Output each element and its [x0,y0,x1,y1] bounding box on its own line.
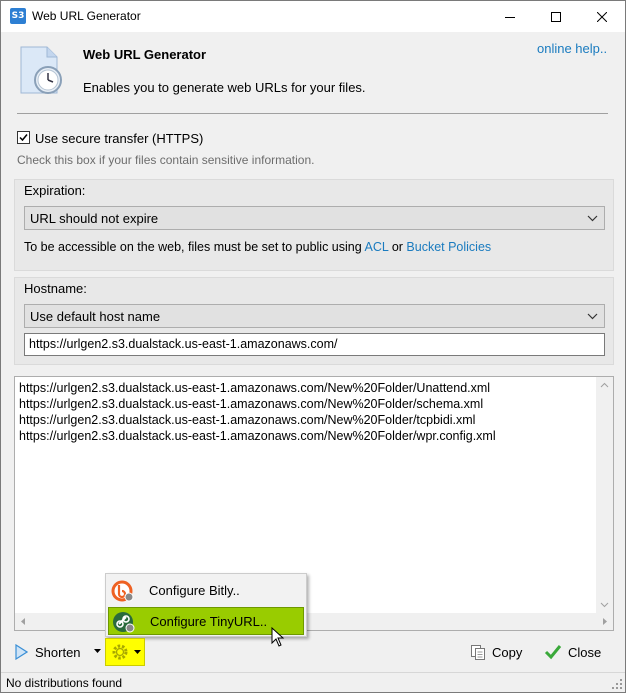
scroll-left-icon[interactable] [15,613,32,630]
copy-label: Copy [492,644,523,660]
hostname-label: Hostname: [24,281,87,296]
tinyurl-icon [113,612,135,633]
chevron-down-icon [134,650,141,654]
maximize-icon [551,11,561,22]
acl-link[interactable]: ACL [364,240,388,254]
web-url-clock-icon [17,45,67,97]
close-label: Close [568,644,602,660]
shorten-button[interactable]: Shorten [14,640,81,664]
status-bar: No distributions found [1,672,625,692]
minimize-icon [505,16,515,18]
hostname-group: Hostname: Use default host name https://… [14,277,614,365]
hostname-selected-value: Use default host name [30,309,161,324]
online-help-link[interactable]: online help.. [537,41,607,56]
header-divider [17,113,608,114]
secure-transfer-checkbox[interactable] [17,131,30,144]
scroll-down-icon[interactable] [596,596,613,613]
hostname-input-value: https://urlgen2.s3.dualstack.us-east-1.a… [29,337,338,351]
bitly-icon [111,580,134,602]
shorten-dropdown-icon[interactable] [94,649,101,654]
resize-grip-icon[interactable] [611,678,623,690]
checkmark-icon [19,134,28,142]
expiration-note-or: or [388,240,407,254]
maximize-button[interactable] [533,1,579,32]
shorten-label: Shorten [35,644,81,660]
close-window-button[interactable] [579,1,625,32]
main-window: S3 Web URL Generator Web URL Generator E… [0,0,626,693]
checkmark-icon [544,645,562,660]
mouse-cursor-icon [271,627,285,647]
hostname-dropdown[interactable]: Use default host name [24,304,605,328]
scroll-up-icon[interactable] [596,377,613,394]
chevron-down-icon [587,215,598,222]
hostname-input[interactable]: https://urlgen2.s3.dualstack.us-east-1.a… [24,333,605,356]
url-line: https://urlgen2.s3.dualstack.us-east-1.a… [19,381,491,395]
expiration-note-text: To be accessible on the web, files must … [24,240,365,254]
copy-button[interactable]: Copy [464,638,534,666]
close-button[interactable]: Close [538,638,616,666]
page-description: Enables you to generate web URLs for you… [83,80,366,95]
gear-icon [112,644,128,660]
close-icon [597,11,607,22]
url-line: https://urlgen2.s3.dualstack.us-east-1.a… [19,397,484,411]
expiration-label: Expiration: [24,183,86,198]
title-bar: S3 Web URL Generator [1,1,625,32]
expiration-group: Expiration: URL should not expire To be … [14,179,614,271]
s3-app-icon: S3 [10,8,26,24]
secure-transfer-label[interactable]: Use secure transfer (HTTPS) [35,131,203,146]
chevron-down-icon [587,313,598,320]
secure-transfer-hint: Check this box if your files contain sen… [17,153,315,167]
url-line: https://urlgen2.s3.dualstack.us-east-1.a… [19,413,476,427]
menu-item-label: Configure TinyURL.. [150,614,268,629]
page-title: Web URL Generator [83,47,207,62]
shortener-settings-button[interactable] [105,638,145,666]
menu-item-configure-bitly[interactable]: Configure Bitly.. [108,577,304,605]
bucket-policies-link[interactable]: Bucket Policies [406,240,491,254]
window-title: Web URL Generator [32,9,141,23]
status-text: No distributions found [6,676,123,690]
expiration-dropdown[interactable]: URL should not expire [24,206,605,230]
url-line: https://urlgen2.s3.dualstack.us-east-1.a… [19,429,496,443]
scroll-right-icon[interactable] [596,613,613,630]
expiration-note: To be accessible on the web, files must … [24,240,491,254]
menu-item-label: Configure Bitly.. [149,583,240,598]
vertical-scrollbar[interactable] [596,377,613,613]
expiration-selected-value: URL should not expire [30,211,159,226]
copy-icon [471,644,485,660]
minimize-button[interactable] [487,1,533,32]
url-output-textarea[interactable]: https://urlgen2.s3.dualstack.us-east-1.a… [14,376,614,631]
play-icon [15,644,28,660]
